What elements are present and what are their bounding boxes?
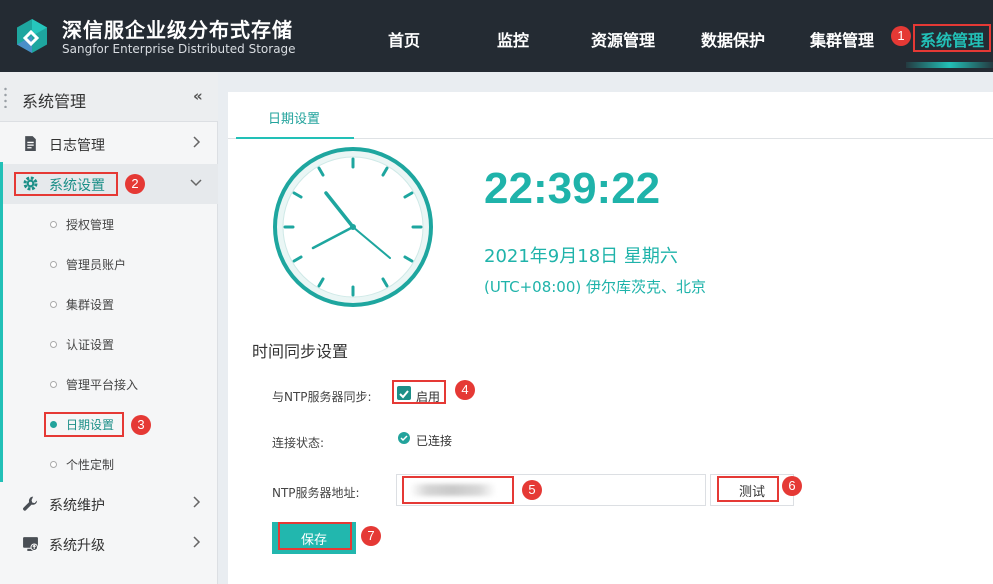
annotation-badge-5: 5 xyxy=(522,480,542,500)
check-circle-icon xyxy=(398,432,410,444)
annotation-box-4 xyxy=(392,380,446,404)
current-time: 22:39:22 xyxy=(484,164,661,213)
sidebar-item-system-upgrade[interactable]: 系统升级 xyxy=(0,524,218,564)
nav-resource-management[interactable]: 资源管理 xyxy=(591,27,655,51)
sidebar-subitem-license[interactable]: 授权管理 xyxy=(0,204,218,244)
annotation-badge-6: 6 xyxy=(782,476,802,496)
annotation-badge-3: 3 xyxy=(131,415,151,435)
ntp-sync-label: 与NTP服务器同步: xyxy=(272,390,372,404)
nav-active-underline xyxy=(906,62,993,68)
ntp-address-label: NTP服务器地址: xyxy=(272,486,360,500)
tab-label: 日期设置 xyxy=(268,112,321,127)
annotation-box-1 xyxy=(913,24,991,52)
brand-title: 深信服企业级分布式存储 xyxy=(62,18,293,42)
annotation-badge-7: 7 xyxy=(361,526,381,546)
bullet-icon xyxy=(50,221,57,228)
sidebar-subitem-label: 集群设置 xyxy=(66,298,115,312)
sidebar-item-log-management[interactable]: 日志管理 xyxy=(0,124,218,164)
sidebar-subitem-label: 个性定制 xyxy=(66,458,115,472)
sidebar-subitem-label: 授权管理 xyxy=(66,218,115,232)
nav-data-protection[interactable]: 数据保护 xyxy=(701,27,765,51)
nav-cluster-management[interactable]: 集群管理 xyxy=(810,27,874,51)
chevron-right-icon xyxy=(193,136,201,148)
annotation-box-7 xyxy=(278,522,352,550)
current-date: 2021年9月18日 星期六 xyxy=(484,246,678,267)
sidebar-subitem-platform-access[interactable]: 管理平台接入 xyxy=(0,364,218,404)
annotation-badge-1: 1 xyxy=(891,26,911,46)
brand-subtitle: Sangfor Enterprise Distributed Storage xyxy=(62,42,296,56)
main-content: 日期设置 22:39:22 2021年9月18日 星期六 (UTC+08:00)… xyxy=(228,92,993,584)
sidebar-subitem-label: 管理平台接入 xyxy=(66,378,139,392)
sidebar-item-label: 系统维护 xyxy=(49,498,105,514)
analog-clock xyxy=(273,147,433,307)
sidebar-item-label: 系统升级 xyxy=(49,538,105,554)
sangfor-logo-icon xyxy=(17,19,47,53)
section-title: 时间同步设置 xyxy=(252,342,349,361)
drag-handle-icon[interactable] xyxy=(4,86,7,108)
nav-monitor[interactable]: 监控 xyxy=(497,27,529,51)
chevron-down-icon xyxy=(190,179,202,187)
sidebar-subitem-auth-settings[interactable]: 认证设置 xyxy=(0,324,218,364)
bullet-icon xyxy=(50,261,57,268)
annotation-badge-4: 4 xyxy=(455,380,475,400)
annotation-badge-2: 2 xyxy=(125,174,145,194)
wrench-icon xyxy=(23,496,38,511)
upgrade-icon xyxy=(23,537,38,551)
tab-date-settings[interactable]: 日期设置 xyxy=(236,92,354,139)
sidebar-subitem-label: 管理员账户 xyxy=(66,258,127,272)
bullet-icon xyxy=(50,301,57,308)
bullet-icon xyxy=(50,461,57,468)
bullet-icon xyxy=(50,381,57,388)
sidebar: 系统管理 « 日志管理 系统设置 授权管理 管理员账户 集群设置 认证设置 管理… xyxy=(0,72,218,584)
annotation-box-6 xyxy=(717,476,779,502)
tab-bar: 日期设置 xyxy=(228,92,993,139)
document-icon xyxy=(25,136,36,151)
sidebar-title: 系统管理 xyxy=(22,92,87,111)
annotation-box-2 xyxy=(14,172,118,196)
chevron-right-icon xyxy=(193,496,201,508)
chevron-right-icon xyxy=(193,536,201,548)
annotation-box-3 xyxy=(44,412,124,437)
double-chevron-left-icon[interactable]: « xyxy=(193,87,203,105)
connection-status-value: 已连接 xyxy=(416,434,453,448)
top-navigation-bar: 深信服企业级分布式存储 Sangfor Enterprise Distribut… xyxy=(0,0,993,72)
annotation-box-5 xyxy=(402,476,514,504)
bullet-icon xyxy=(50,341,57,348)
sidebar-subitem-admin-account[interactable]: 管理员账户 xyxy=(0,244,218,284)
nav-home[interactable]: 首页 xyxy=(388,27,420,51)
sidebar-subitem-label: 认证设置 xyxy=(66,338,115,352)
sidebar-item-system-maintenance[interactable]: 系统维护 xyxy=(0,484,218,524)
sidebar-subitem-cluster-settings[interactable]: 集群设置 xyxy=(0,284,218,324)
sidebar-item-label: 日志管理 xyxy=(49,138,105,154)
current-timezone: (UTC+08:00) 伊尔库茨克、北京 xyxy=(484,278,707,296)
connection-status-label: 连接状态: xyxy=(272,436,325,450)
sidebar-header: 系统管理 « xyxy=(0,72,218,122)
sidebar-subitem-customization[interactable]: 个性定制 xyxy=(0,444,218,484)
